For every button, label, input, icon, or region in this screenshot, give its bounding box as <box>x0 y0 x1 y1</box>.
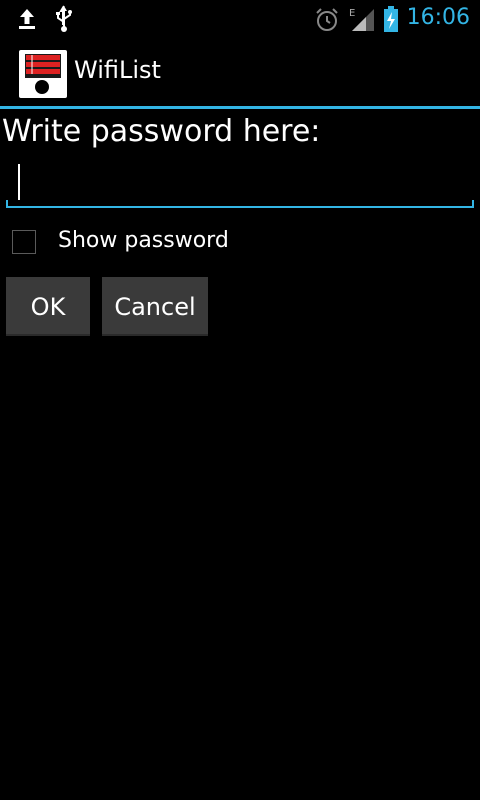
field-tick-right <box>472 200 474 208</box>
show-password-row[interactable]: Show password <box>10 226 310 260</box>
show-password-label[interactable]: Show password <box>58 228 229 253</box>
cancel-button[interactable]: Cancel <box>102 277 208 336</box>
show-password-checkbox[interactable] <box>12 230 36 254</box>
password-input[interactable] <box>16 160 460 202</box>
wifilist-app-icon[interactable] <box>19 50 67 98</box>
ok-button[interactable]: OK <box>6 277 90 336</box>
action-bar: WifiList <box>0 38 480 108</box>
status-bar: E 16:06 <box>0 0 480 38</box>
upload-icon <box>16 7 38 35</box>
action-bar-divider <box>0 106 480 109</box>
battery-charging-icon <box>382 5 400 37</box>
field-tick-left <box>6 200 8 208</box>
app-title: WifiList <box>74 56 161 84</box>
password-prompt-label: Write password here: <box>2 114 321 149</box>
status-time: 16:06 <box>406 5 470 30</box>
network-type-label: E <box>349 8 355 19</box>
usb-icon <box>54 5 74 37</box>
signal-icon: E <box>346 5 376 37</box>
field-underline <box>6 206 474 208</box>
alarm-icon <box>314 7 340 37</box>
password-field[interactable] <box>6 156 474 208</box>
